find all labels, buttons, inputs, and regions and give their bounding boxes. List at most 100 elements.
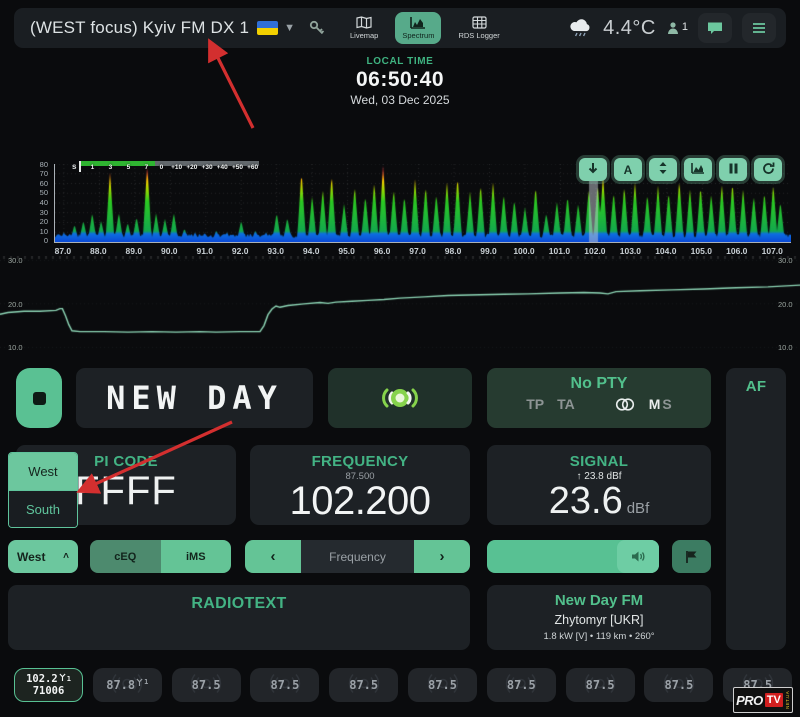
smeter-tick: 7 xyxy=(145,164,149,171)
spectrum-toolbar: A xyxy=(579,158,782,181)
signal-y-tick: 30.0 xyxy=(778,256,793,265)
flag-icon xyxy=(685,550,698,564)
preset-button-1[interactable]: 102.2171006 xyxy=(14,668,83,702)
spectrum-x-tick: 105.0 xyxy=(691,246,712,256)
ceq-button[interactable]: cEQ xyxy=(90,540,161,573)
signal-unit: dBf xyxy=(627,500,650,517)
ims-button[interactable]: iMS xyxy=(161,540,232,573)
stop-button[interactable] xyxy=(16,368,62,428)
preset-button-5[interactable]: 87.5 xyxy=(329,668,398,702)
spectrum-x-tick: 96.0 xyxy=(374,246,391,256)
broadcast-indicator-panel[interactable] xyxy=(328,368,472,428)
pty-value: No PTY xyxy=(487,375,711,393)
menu-button[interactable] xyxy=(742,13,776,43)
spectrum-x-tick: 89.0 xyxy=(126,246,143,256)
nav-livemap[interactable]: Livemap xyxy=(343,12,385,44)
antenna-dropdown-trigger[interactable]: West ˄ xyxy=(8,540,78,573)
frequency-down-button[interactable]: ‹ xyxy=(245,540,301,573)
spectrum-y-tick: 50 xyxy=(8,188,48,197)
spectrum-x-tick: 98.0 xyxy=(445,246,462,256)
report-flag-button[interactable] xyxy=(672,540,711,573)
ms-music-flag: M xyxy=(649,396,661,412)
preset-button-3[interactable]: 87.5 xyxy=(172,668,241,702)
preset-frequency: 102.21 xyxy=(26,673,71,685)
signal-canvas xyxy=(0,256,800,356)
spectrum-x-tick: 94.0 xyxy=(303,246,320,256)
station-details: 1.8 kW [V] • 119 km • 260° xyxy=(487,631,711,642)
signal-y-tick: 10.0 xyxy=(778,343,793,352)
spectrum-arrow-down-button[interactable] xyxy=(579,158,607,181)
protv-watermark: PROTVNET.UA xyxy=(733,687,793,713)
spectrum-graph-button[interactable] xyxy=(684,158,712,181)
antenna-option-west[interactable]: West xyxy=(9,453,77,490)
nav-spectrum-label: Spectrum xyxy=(402,31,434,40)
broadcast-icon xyxy=(371,380,429,416)
spectrum-x-tick: 104.0 xyxy=(655,246,676,256)
station-info-panel: New Day FM Zhytomyr [UKR] 1.8 kW [V] • 1… xyxy=(487,585,711,650)
stop-icon xyxy=(33,392,46,405)
nav-spectrum[interactable]: Spectrum xyxy=(395,12,441,44)
spectrum-x-tick: 91.0 xyxy=(196,246,213,256)
spectrum-pause-button[interactable] xyxy=(719,158,747,181)
preset-frequency: 87.5 xyxy=(270,678,299,692)
spectrum-x-tick: 102.0 xyxy=(584,246,605,256)
temperature: 4.4°C xyxy=(603,17,656,40)
rds-ps-name: NEW DAY xyxy=(106,379,283,417)
radiotext-panel: RADIOTEXT xyxy=(8,585,470,650)
volume-thumb[interactable] xyxy=(617,540,659,573)
af-label: AF xyxy=(726,378,786,395)
arrows-vertical-icon xyxy=(658,161,668,178)
graph-icon xyxy=(691,162,705,177)
spectrum-x-tick: 101.0 xyxy=(549,246,570,256)
signal-value: 23.6dBf xyxy=(487,482,711,528)
local-time-label: LOCAL TIME xyxy=(0,56,800,67)
frequency-up-button[interactable]: › xyxy=(414,540,470,573)
ta-flag: TA xyxy=(557,396,575,412)
preset-button-9[interactable]: 87.5 xyxy=(644,668,713,702)
signal-panel: SIGNAL ↑ 23.8 dBf 23.6dBf xyxy=(487,445,711,525)
chat-button[interactable] xyxy=(698,13,732,43)
preset-frequency: 87.81 xyxy=(106,678,148,692)
chat-icon xyxy=(707,21,723,35)
hamburger-icon xyxy=(752,22,766,34)
listeners-count: 1 xyxy=(666,21,688,35)
chart-icon xyxy=(410,16,426,29)
server-title[interactable]: (WEST focus) Kyiv FM DX 1 xyxy=(30,18,249,38)
station-location: Zhytomyr [UKR] xyxy=(487,613,711,627)
spectrum-refresh-button[interactable] xyxy=(754,158,782,181)
preset-button-2[interactable]: 87.81 xyxy=(93,668,162,702)
local-time-value: 06:50:40 xyxy=(0,68,800,92)
admin-key-icon[interactable] xyxy=(309,20,325,36)
frequency-panel: FREQUENCY 87.500 102.200 xyxy=(250,445,470,525)
smeter-tick: +20 xyxy=(186,164,197,171)
preset-button-7[interactable]: 87.5 xyxy=(487,668,556,702)
spectrum-x-tick: 90.0 xyxy=(161,246,178,256)
spectrum-x-tick: 93.0 xyxy=(267,246,284,256)
antenna-selected-label: West xyxy=(17,550,45,564)
spectrum-letter-a-button[interactable]: A xyxy=(614,158,642,181)
frequency-label: FREQUENCY xyxy=(250,453,470,470)
preset-button-6[interactable]: 87.5 xyxy=(408,668,477,702)
volume-slider[interactable] xyxy=(487,540,659,573)
ukraine-flag-icon xyxy=(257,21,278,35)
frequency-value[interactable]: 102.200 xyxy=(250,482,470,520)
signal-graph: 30.030.020.020.010.010.0 xyxy=(0,256,800,356)
smeter-tick: +40 xyxy=(217,164,228,171)
top-bar: (WEST focus) Kyiv FM DX 1 ▼ Livemap Spec… xyxy=(14,8,786,48)
station-name[interactable]: New Day FM xyxy=(487,592,711,609)
spectrum-analyzer: 80706050403020100 87.088.089.090.091.092… xyxy=(6,148,794,258)
signal-y-tick: 30.0 xyxy=(8,256,23,265)
ms-speech-flag: S xyxy=(662,396,671,412)
nav-rds-logger[interactable]: RDS Logger xyxy=(451,12,506,44)
rain-cloud-icon xyxy=(569,19,593,37)
preset-button-8[interactable]: 87.5 xyxy=(566,668,635,702)
nav-rds-logger-label: RDS Logger xyxy=(458,31,499,40)
antenna-option-south[interactable]: South xyxy=(9,490,77,527)
frequency-stepper: ‹ Frequency › xyxy=(245,540,470,573)
spectrum-arrows-vertical-button[interactable] xyxy=(649,158,677,181)
spectrum-y-tick: 70 xyxy=(8,169,48,178)
preset-button-4[interactable]: 87.5 xyxy=(250,668,319,702)
preset-pi-code: 71006 xyxy=(33,685,65,697)
antenna-dropdown-options: West South xyxy=(8,452,78,528)
chevron-down-icon[interactable]: ▼ xyxy=(284,22,295,34)
